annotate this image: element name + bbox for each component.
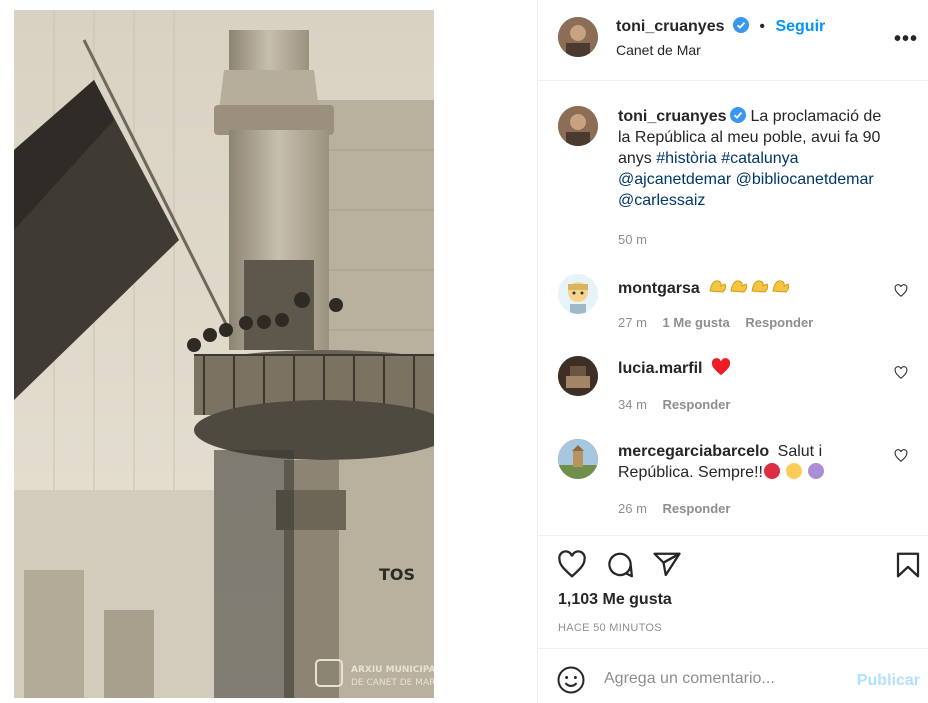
comment-body: montgarsa [618,276,888,302]
more-options-icon[interactable]: ••• [894,28,918,51]
comment-item: lucia.marfil 34 m Responder [558,356,908,416]
reply-button[interactable]: Responder [745,315,813,330]
comment-username[interactable]: mercegarciabarcelo [618,443,769,460]
comment-time: 27 m [618,315,647,330]
separator-dot: • [759,18,765,35]
reply-button[interactable]: Responder [663,501,731,516]
mention-link[interactable]: @bibliocanetdemar [736,171,874,188]
save-bookmark-icon[interactable] [893,550,923,580]
hashtag-link[interactable]: #història [656,150,716,167]
post-actions: 1,103 Me gusta HACE 50 MINUTOS [538,535,928,648]
comment-body: lucia.marfil [618,358,888,382]
red-heart-emoji [711,358,731,382]
commenter-avatar[interactable] [558,439,598,479]
comment-time: 34 m [618,397,647,412]
comment-item: montgarsa 27 m 1 Me gusta Responder [558,274,908,334]
caption-time: 50 m [618,232,647,247]
sign-text: TOS [379,565,415,584]
post-location[interactable]: Canet de Mar [616,42,701,58]
reply-button[interactable]: Responder [663,397,731,412]
post-timestamp: HACE 50 MINUTOS [558,622,662,634]
comment-body: mercegarciabarcelo Salut i República. Se… [618,441,888,486]
comment-meta: 34 m Responder [618,397,742,412]
comment-username[interactable]: lucia.marfil [618,360,702,377]
hashtag-link[interactable]: #catalunya [721,150,798,167]
comment-time: 26 m [618,501,647,516]
likes-count[interactable]: 1,103 Me gusta [558,591,672,609]
post-header: toni_cruanyes • Seguir Canet de Mar ••• [538,0,928,81]
comment-likes[interactable]: 1 Me gusta [663,315,730,330]
comments-list[interactable]: toni_cruanyes La proclamació de la Repúbl… [538,82,928,534]
comment-meta: 26 m Responder [618,501,742,516]
verified-badge-icon [730,107,747,123]
comment-composer: Publicar [538,648,928,703]
post-photo[interactable]: TOS ARXIU MUNICIPAL DE CANET DE MAR [14,10,434,698]
like-comment-heart-icon[interactable] [894,366,908,380]
share-send-icon[interactable] [652,550,682,580]
commenter-avatar[interactable] [558,356,598,396]
watermark-line-1: ARXIU MUNICIPAL [351,665,434,675]
post-photo-pane: TOS ARXIU MUNICIPAL DE CANET DE MAR [0,0,538,703]
like-comment-heart-icon[interactable] [894,284,908,298]
commenter-avatar[interactable] [558,274,598,314]
comment-username[interactable]: montgarsa [618,280,700,297]
flexed-biceps-emoji [708,276,792,302]
comment-item: mercegarciabarcelo Salut i República. Se… [558,439,908,519]
colored-circles-emoji [763,462,829,486]
author-avatar[interactable] [558,17,598,57]
post-side-pane: toni_cruanyes • Seguir Canet de Mar ••• … [538,0,928,703]
watermark-line-2: DE CANET DE MAR [351,678,434,688]
caption-username[interactable]: toni_cruanyes [618,108,726,125]
follow-button[interactable]: Seguir [775,18,825,35]
publish-button[interactable]: Publicar [857,672,920,690]
verified-badge-icon [732,17,749,33]
mention-link[interactable]: @ajcanetdemar [618,171,731,188]
comment-input[interactable] [604,664,844,694]
emoji-picker-icon[interactable] [556,665,586,695]
caption-body: toni_cruanyes La proclamació de la Repúbl… [618,106,888,211]
author-username[interactable]: toni_cruanyes [616,18,724,35]
mention-link[interactable]: @carlessaiz [618,192,705,209]
like-heart-icon[interactable] [557,550,587,580]
like-comment-heart-icon[interactable] [894,449,908,463]
historic-photo-illustration: TOS ARXIU MUNICIPAL DE CANET DE MAR [14,10,434,698]
caption-avatar[interactable] [558,106,598,146]
comment-bubble-icon[interactable] [605,550,635,580]
caption: toni_cruanyes La proclamació de la Repúbl… [558,106,908,256]
comment-meta: 27 m 1 Me gusta Responder [618,315,825,330]
